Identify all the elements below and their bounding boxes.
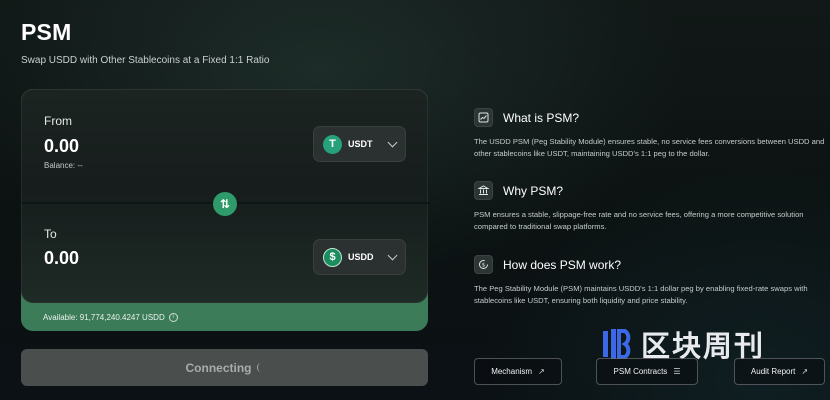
info-title: Why PSM? xyxy=(503,183,564,198)
connect-button-label: Connecting xyxy=(185,360,252,375)
audit-report-label: Audit Report xyxy=(750,367,796,376)
refresh-dollar-icon: $ xyxy=(474,255,493,274)
psm-contracts-label: PSM Contracts xyxy=(613,367,668,376)
info-body: PSM ensures a stable, slippage-free rate… xyxy=(474,210,804,231)
audit-report-button[interactable]: Audit Report ↗ xyxy=(734,358,825,385)
swap-direction-button[interactable]: ⇅ xyxy=(213,192,237,216)
chart-icon xyxy=(474,108,493,127)
swap-card: From 0.00 Balance: -- T USDT ⇅ To 0.00 $… xyxy=(21,89,429,303)
mechanism-button[interactable]: Mechanism ↗ xyxy=(474,358,562,385)
to-token-name: USDD xyxy=(348,252,374,262)
info-what-is-psm: What is PSM? The USDD PSM (Peg Stability… xyxy=(474,108,830,159)
svg-text:$: $ xyxy=(482,263,486,269)
tether-icon: T xyxy=(323,134,342,154)
info-title: What is PSM? xyxy=(503,110,580,125)
from-token-select[interactable]: T USDT xyxy=(313,126,406,162)
loading-spinner-icon xyxy=(256,363,264,372)
chevron-down-icon xyxy=(387,137,398,147)
swap-panel: From 0.00 Balance: -- T USDT ⇅ To 0.00 $… xyxy=(21,89,429,331)
available-text: Available: 91,774,240.4247 USDD xyxy=(43,313,165,322)
from-balance: Balance: -- xyxy=(44,161,83,170)
info-why-psm: Why PSM? PSM ensures a stable, slippage-… xyxy=(474,181,830,232)
to-amount-input[interactable]: 0.00 xyxy=(44,248,79,269)
info-body: The USDD PSM (Peg Stability Module) ensu… xyxy=(474,137,825,158)
info-icon[interactable]: i xyxy=(168,313,178,322)
list-icon: ☰ xyxy=(673,367,681,376)
connect-button[interactable]: Connecting xyxy=(21,349,428,386)
to-label: To xyxy=(44,227,57,241)
page-title: PSM xyxy=(21,19,72,45)
external-link-icon: ↗ xyxy=(538,367,545,376)
usdd-icon: $ xyxy=(323,247,342,267)
psm-contracts-button[interactable]: PSM Contracts ☰ xyxy=(596,358,698,385)
available-liquidity: Available: 91,774,240.4247 USDD i xyxy=(43,313,178,322)
external-link-icon: ↗ xyxy=(801,367,809,376)
from-amount-input[interactable]: 0.00 xyxy=(44,136,79,157)
chevron-down-icon xyxy=(387,250,398,260)
to-token-select[interactable]: $ USDD xyxy=(313,239,406,275)
bank-icon xyxy=(474,181,493,200)
info-body: The Peg Stability Module (PSM) maintains… xyxy=(474,284,808,305)
from-label: From xyxy=(44,114,72,128)
swap-arrows-icon: ⇅ xyxy=(219,197,231,211)
info-how-psm-works: $ How does PSM work? The Peg Stability M… xyxy=(474,255,830,306)
mechanism-label: Mechanism xyxy=(491,367,533,376)
from-token-name: USDT xyxy=(348,139,373,149)
page-subtitle: Swap USDD with Other Stablecoins at a Fi… xyxy=(21,55,270,66)
info-title: How does PSM work? xyxy=(503,257,622,272)
